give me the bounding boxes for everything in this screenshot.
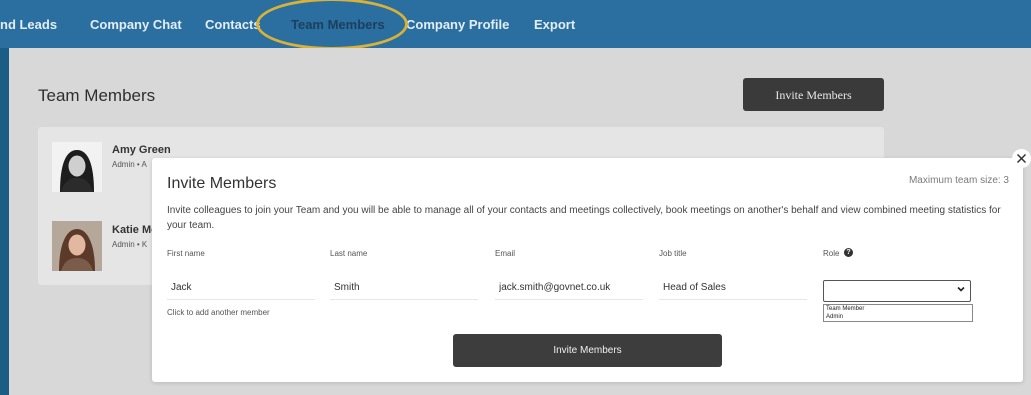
role-options-list: Team Member Admin (823, 304, 973, 322)
nav-item-contacts[interactable]: Contacts (205, 0, 261, 48)
first-name-field[interactable] (167, 276, 315, 300)
invite-members-submit-button[interactable]: Invite Members (453, 334, 722, 367)
member-role: Admin • K (112, 240, 148, 249)
role-label: Role (823, 249, 840, 258)
last-name-field[interactable] (330, 276, 478, 300)
invite-members-modal: Invite Members Maximum team size: 3 Invi… (152, 158, 1023, 382)
last-name-label: Last name (330, 249, 368, 258)
avatar (52, 221, 102, 271)
add-another-member-link[interactable]: Click to add another member (167, 308, 270, 317)
member-role: Admin • A (112, 160, 147, 169)
nav-item-company-chat[interactable]: Company Chat (90, 0, 182, 48)
avatar-amy-icon (52, 142, 102, 192)
email-label: Email (495, 249, 516, 258)
modal-description: Invite colleagues to join your Team and … (167, 205, 1001, 231)
top-nav: nd Leads Company Chat Contacts Team Memb… (0, 0, 1031, 50)
role-select[interactable] (823, 280, 971, 302)
nav-item-company-profile[interactable]: Company Profile (406, 0, 509, 48)
nav-item-team-members[interactable]: Team Members (291, 0, 385, 48)
first-name-label: First name (167, 249, 205, 258)
invite-members-button[interactable]: Invite Members (743, 78, 884, 111)
left-strip (0, 48, 9, 395)
job-title-label: Job title (659, 249, 687, 258)
role-option-admin[interactable]: Admin (824, 313, 972, 321)
modal-title: Invite Members (167, 175, 277, 192)
member-name: Katie Mc (112, 224, 158, 236)
role-option-team-member[interactable]: Team Member (824, 305, 972, 313)
help-icon[interactable]: ? (844, 248, 853, 257)
chevron-down-icon (957, 286, 965, 292)
email-field[interactable] (495, 276, 643, 300)
member-name: Amy Green (112, 144, 171, 156)
close-icon[interactable] (1012, 149, 1031, 168)
avatar (52, 142, 102, 192)
avatar-katie-icon (52, 221, 102, 271)
max-team-size: Maximum team size: 3 (908, 175, 1009, 186)
nav-item-export[interactable]: Export (534, 0, 575, 48)
job-title-field[interactable] (659, 276, 807, 300)
nav-item-leads[interactable]: nd Leads (0, 0, 57, 48)
page-title: Team Members (38, 86, 156, 105)
